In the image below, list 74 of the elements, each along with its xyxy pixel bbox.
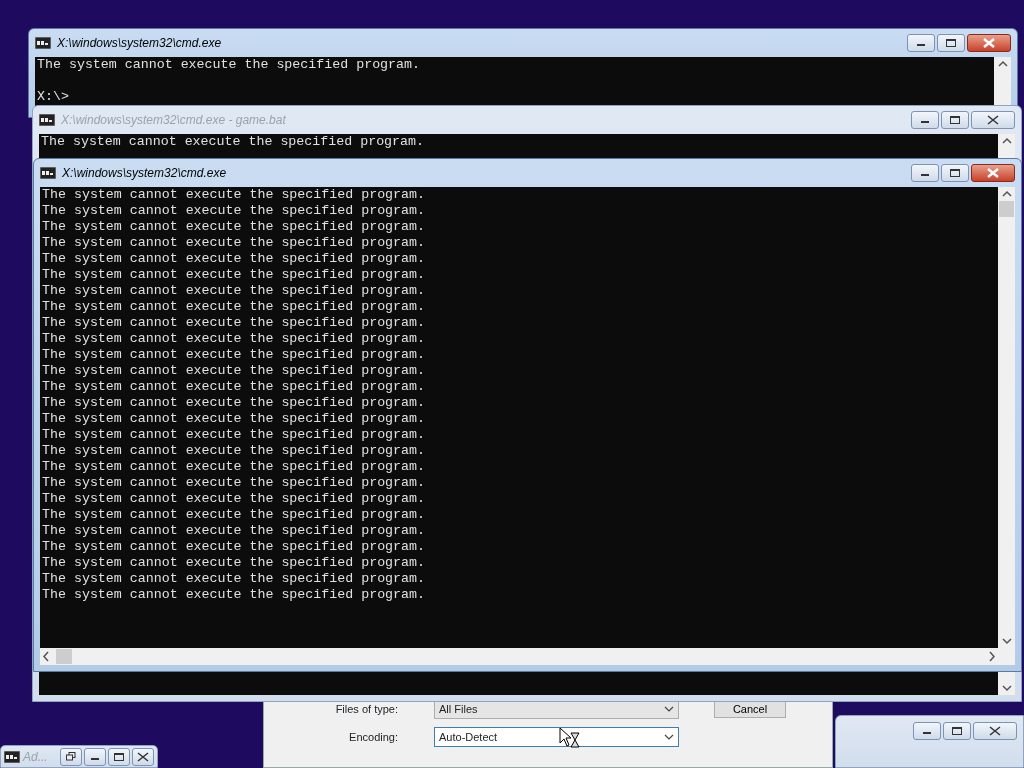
maximize-icon — [114, 752, 124, 761]
window-title: X:\windows\system32\cmd.exe - game.bat — [61, 112, 286, 129]
scroll-thumb[interactable] — [999, 201, 1014, 217]
console-icon — [39, 114, 55, 126]
maximize-button[interactable] — [937, 34, 965, 52]
close-button[interactable] — [967, 34, 1011, 52]
console-line: The system cannot execute the specified program. — [42, 219, 426, 235]
busy-cursor-icon — [559, 727, 581, 749]
close-icon — [989, 726, 1001, 736]
console-line: The system cannot execute the specified program. — [42, 427, 426, 443]
console-line: The system cannot execute the specified program. — [42, 475, 426, 491]
window-title: X:\windows\system32\cmd.exe — [62, 165, 227, 182]
console-line: The system cannot execute the specified program. — [42, 299, 426, 315]
close-button[interactable] — [971, 111, 1015, 129]
scroll-thumb[interactable] — [56, 649, 72, 664]
maximize-icon — [946, 39, 956, 47]
console-line: The system cannot execute the specified program. — [42, 587, 426, 603]
close-button[interactable] — [132, 747, 154, 766]
maximize-icon — [950, 169, 960, 177]
close-icon — [137, 751, 149, 762]
minimize-button[interactable] — [913, 722, 941, 740]
close-button[interactable] — [971, 164, 1015, 182]
console-line: The system cannot execute the specified program. — [42, 571, 426, 587]
console-line: The system cannot execute the specified program. — [42, 555, 426, 571]
console-line: The system cannot execute the specified program. — [42, 395, 426, 411]
console-line: The system cannot execute the specified program. — [42, 267, 426, 283]
minimize-button[interactable] — [907, 34, 935, 52]
restore-button[interactable] — [60, 747, 82, 766]
maximize-icon — [952, 727, 962, 735]
console-line: The system cannot execute the specified program. — [42, 187, 426, 203]
console-line: The system cannot execute the specified program. — [42, 347, 426, 363]
maximize-button[interactable] — [941, 111, 969, 129]
maximize-button[interactable] — [943, 722, 971, 740]
command-prompt: X:\> — [37, 89, 70, 105]
minimize-button[interactable] — [84, 747, 106, 766]
console-line: The system cannot execute the specified program. — [37, 57, 421, 73]
console-line: The system cannot execute the specified program. — [42, 523, 426, 539]
console-line: The system cannot execute the specified program. — [42, 443, 426, 459]
console-line: The system cannot execute the specified program. — [42, 283, 426, 299]
scroll-left-icon[interactable] — [40, 649, 52, 664]
console-icon — [40, 167, 56, 179]
console-icon — [4, 750, 20, 763]
close-icon — [987, 168, 999, 178]
scroll-right-icon[interactable] — [986, 649, 998, 664]
console-line: The system cannot execute the specified program. — [42, 331, 426, 347]
console-line: The system cannot execute the specified program. — [42, 411, 426, 427]
close-icon — [987, 115, 999, 125]
maximize-icon — [950, 116, 960, 124]
minimize-button[interactable] — [911, 164, 939, 182]
caret-icon — [664, 734, 674, 740]
console-line: The system cannot execute the specified program. — [42, 539, 426, 555]
restore-icon — [66, 752, 76, 761]
console-line: The system cannot execute the specified program. — [42, 251, 426, 267]
dropdown-field[interactable]: Auto-Detect — [434, 727, 679, 747]
console-line: The system cannot execute the specified program. — [42, 315, 426, 331]
field-label: Files of type: — [334, 701, 399, 717]
console-line: The system cannot execute the specified program. — [42, 379, 426, 395]
maximize-button[interactable] — [108, 747, 130, 766]
close-button[interactable] — [973, 722, 1017, 740]
console-line: The system cannot execute the specified program. — [41, 134, 425, 150]
console-line: The system cannot execute the specified program. — [42, 491, 426, 507]
field-label: Encoding: — [348, 729, 399, 745]
caret-icon — [664, 706, 674, 712]
close-icon — [983, 38, 995, 48]
console-line: The system cannot execute the specified program. — [42, 203, 426, 219]
console-line: The system cannot execute the specified program. — [42, 459, 426, 475]
console-icon — [35, 37, 51, 49]
console-line: The system cannot execute the specified program. — [42, 235, 426, 251]
console-line: The system cannot execute the specified program. — [42, 507, 426, 523]
window-title: X:\windows\system32\cmd.exe — [57, 35, 222, 52]
console-line: The system cannot execute the specified program. — [42, 363, 426, 379]
window-title: Ad... — [23, 748, 48, 766]
minimize-button[interactable] — [911, 111, 939, 129]
maximize-button[interactable] — [941, 164, 969, 182]
